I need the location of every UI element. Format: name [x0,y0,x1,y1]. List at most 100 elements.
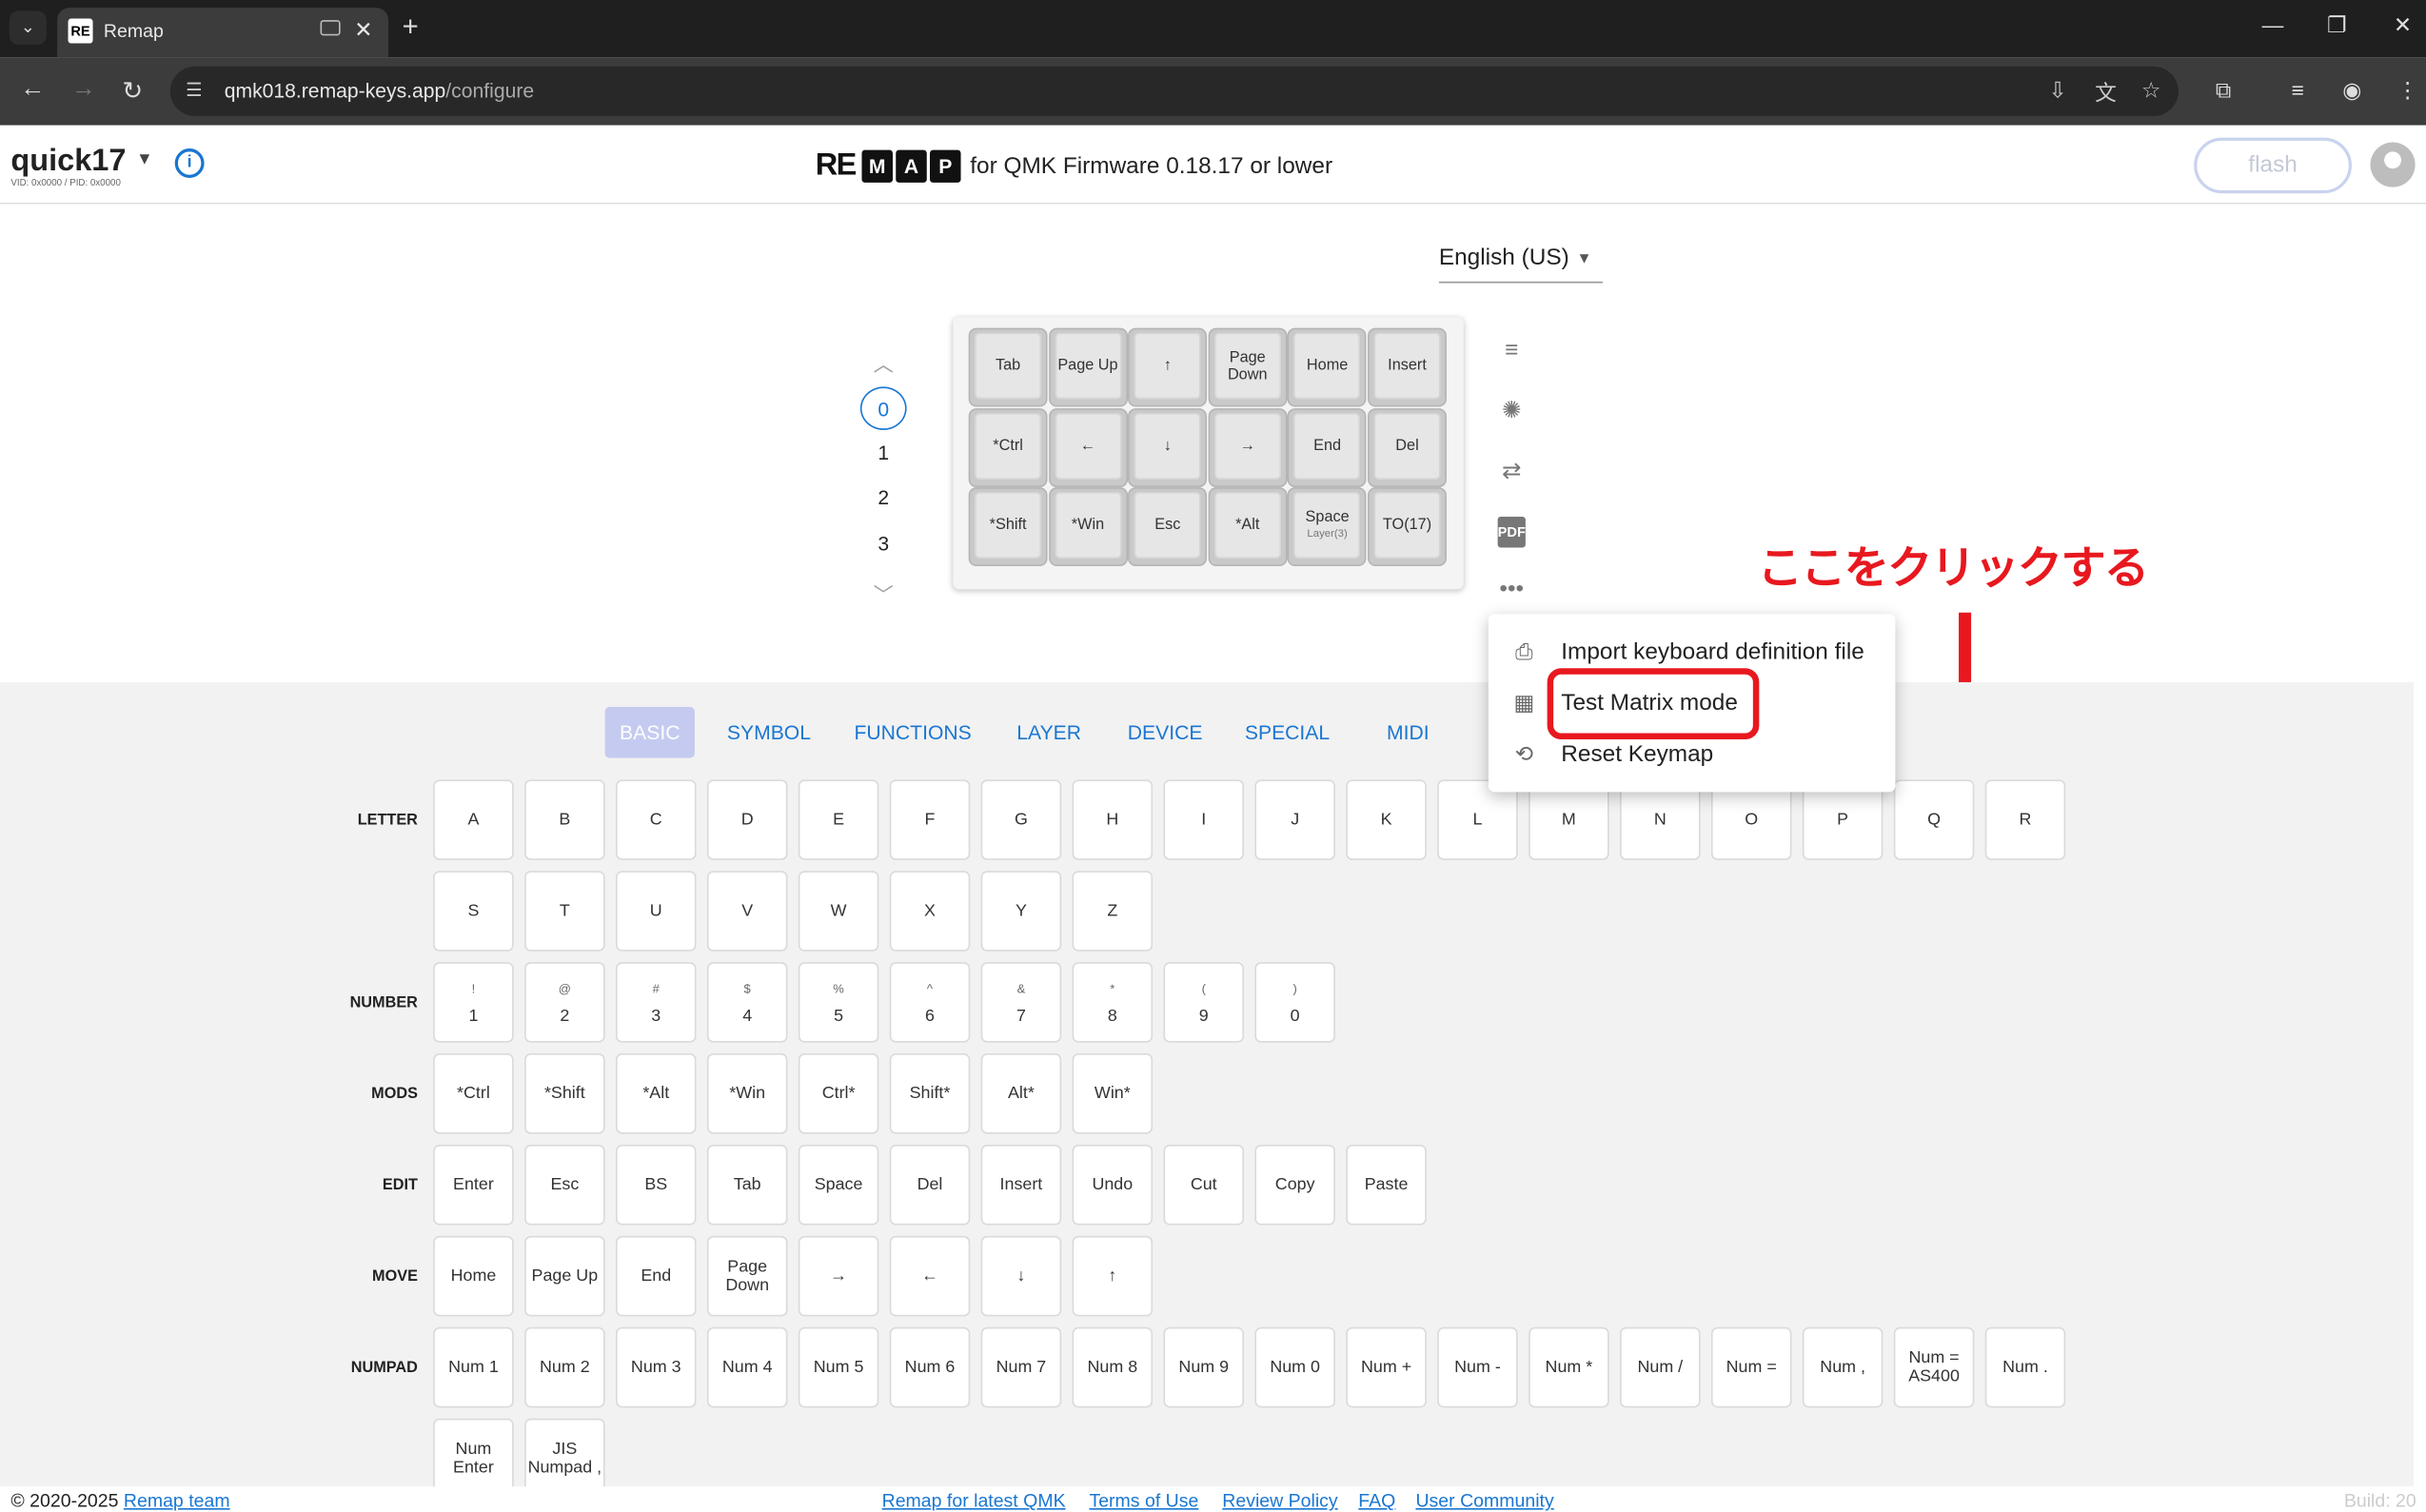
palette-key[interactable]: D [706,779,788,860]
translate-icon[interactable]: 文 [2095,77,2117,108]
palette-key[interactable]: Tab [706,1144,788,1226]
palette-key[interactable]: Ctrl* [798,1053,879,1134]
palette-key[interactable]: ^ 6 [889,962,971,1043]
palette-key[interactable]: → [798,1235,879,1317]
keyboard-key[interactable]: ← [1048,407,1128,487]
text-lines-icon[interactable]: ≡ [1496,337,1528,368]
layer-up-icon[interactable]: ︿ [871,348,896,378]
palette-key[interactable]: G [980,779,1062,860]
minimize-icon[interactable]: — [2262,12,2284,37]
palette-key[interactable]: * 8 [1072,962,1154,1043]
keyboard-dropdown-icon[interactable]: ▼ [136,150,153,169]
palette-key[interactable]: H [1072,779,1154,860]
palette-key[interactable]: Num 0 [1254,1326,1335,1408]
keyboard-key[interactable]: Home [1288,327,1368,407]
palette-key[interactable]: Page Up [524,1235,605,1317]
tab-basic[interactable]: BASIC [604,706,695,758]
close-tab-icon[interactable]: ✕ [354,17,372,44]
palette-key[interactable]: Num . [1984,1326,2066,1408]
palette-key[interactable]: Num - [1437,1326,1518,1408]
palette-key[interactable]: (9 [1163,962,1245,1043]
palette-key[interactable]: Win* [1072,1053,1154,1134]
restore-icon[interactable]: ❐ [2327,12,2346,39]
palette-key[interactable]: Num 3 [616,1326,697,1408]
tab-functions[interactable]: FUNCTIONS [849,707,976,758]
keyboard-key[interactable]: Esc [1128,487,1208,567]
palette-key[interactable]: Cut [1163,1144,1245,1226]
palette-key[interactable]: Del [889,1144,971,1226]
palette-key[interactable]: ) 0 [1254,962,1335,1043]
palette-key[interactable]: B [524,779,605,860]
keyboard-key[interactable]: *Win [1048,487,1128,567]
keyboard-key[interactable]: *Ctrl [968,407,1048,487]
tab-midi[interactable]: MIDI [1368,707,1449,758]
extensions-icon[interactable]: ⧉ [2216,77,2231,104]
browser-tab[interactable]: RE Remap ✕ [57,8,389,58]
palette-key[interactable]: ↓ [980,1235,1062,1317]
palette-key[interactable]: Num = [1710,1326,1792,1408]
keyboard-key[interactable]: Del [1368,407,1447,487]
keyboard-key[interactable]: *Alt [1208,487,1288,567]
palette-key[interactable]: Num 7 [980,1326,1062,1408]
user-avatar[interactable] [2370,142,2416,187]
media-control-icon[interactable]: ≡ [2292,77,2304,102]
palette-key[interactable]: $4 [706,962,788,1043]
palette-key[interactable]: ↑ [1072,1235,1154,1317]
keyboard-key[interactable]: Page Up [1048,327,1128,407]
close-window-icon[interactable]: ✕ [2394,12,2412,39]
keyboard-key[interactable]: ↓ [1128,407,1208,487]
palette-key[interactable]: Num 9 [1163,1326,1245,1408]
palette-key[interactable]: K [1346,779,1427,860]
palette-key[interactable]: Num 6 [889,1326,971,1408]
keyboard-key[interactable]: ↑ [1128,327,1208,407]
palette-key[interactable]: Copy [1254,1144,1335,1226]
palette-key[interactable]: R [1984,779,2066,860]
palette-key[interactable]: ! 1 [433,962,514,1043]
flash-button[interactable]: flash [2194,137,2352,194]
tab-device[interactable]: DEVICE [1120,707,1210,758]
footer-link-terms[interactable]: Terms of Use [1089,1489,1198,1511]
keyboard-key[interactable]: Page Down [1208,327,1288,407]
palette-key[interactable]: E [798,779,879,860]
palette-key[interactable]: BS [616,1144,697,1226]
address-bar[interactable]: ☰ qmk018.remap-keys.app/configure ⇩ 文 ☆ [169,66,2179,116]
palette-key[interactable]: Num 8 [1072,1326,1154,1408]
palette-key[interactable]: *Ctrl [433,1053,514,1134]
palette-key[interactable]: Esc [524,1144,605,1226]
back-icon[interactable]: ← [20,76,45,104]
footer-link-faq[interactable]: FAQ [1358,1489,1395,1511]
palette-key[interactable]: *Win [706,1053,788,1134]
palette-key[interactable]: % 5 [798,962,879,1043]
more-icon[interactable]: ••• [1496,576,1528,607]
bookmark-star-icon[interactable]: ☆ [2141,77,2160,104]
palette-key[interactable]: Num / [1620,1326,1701,1408]
palette-key[interactable]: Z [1072,871,1154,952]
palette-key[interactable]: U [616,871,697,952]
palette-key[interactable]: Paste [1346,1144,1427,1226]
palette-key[interactable]: Undo [1072,1144,1154,1226]
palette-key[interactable]: S [433,871,514,952]
language-select[interactable]: English (US) ▼ [1438,245,1604,284]
tab-layer[interactable]: LAYER [1009,707,1090,758]
palette-key[interactable]: Alt* [980,1053,1062,1134]
palette-key[interactable]: Num 5 [798,1326,879,1408]
tab-special[interactable]: SPECIAL [1236,707,1338,758]
palette-key[interactable]: Q [1893,779,1975,860]
palette-key[interactable]: Insert [980,1144,1062,1226]
layer-item-0[interactable]: 0 [859,386,907,430]
palette-key[interactable]: Home [433,1235,514,1317]
palette-key[interactable]: X [889,871,971,952]
palette-key[interactable]: *Alt [616,1053,697,1134]
keyboard-key[interactable]: → [1208,407,1288,487]
palette-key[interactable]: *Shift [524,1053,605,1134]
tab-symbol[interactable]: SYMBOL [721,707,818,758]
layer-item-3[interactable]: 3 [860,522,907,566]
palette-key[interactable]: W [798,871,879,952]
keyboard-key[interactable]: *Shift [968,487,1048,567]
palette-key[interactable]: Enter [433,1144,514,1226]
palette-key[interactable]: Num 2 [524,1326,605,1408]
swap-icon[interactable]: ⇄ [1496,457,1528,488]
palette-key[interactable]: J [1254,779,1335,860]
profile-icon[interactable]: ◉ [2342,77,2361,104]
layer-item-2[interactable]: 2 [860,477,907,520]
